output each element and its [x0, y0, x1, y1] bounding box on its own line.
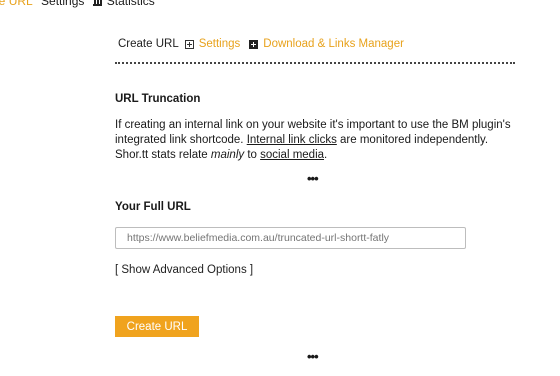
description-emphasis: mainly — [210, 149, 245, 161]
full-url-heading: Your Full URL — [115, 201, 191, 213]
plus-square-filled-icon — [249, 39, 259, 49]
tab-bar: Create URL Settings Download & Links Man… — [118, 38, 404, 50]
show-advanced-options-link[interactable]: [ Show Advanced Options ] — [115, 264, 253, 276]
tab-create-url[interactable]: Create URL — [118, 38, 179, 50]
top-nav-create-url[interactable]: eate URL — [0, 0, 33, 8]
truncation-description: If creating an internal link on your web… — [115, 118, 515, 163]
tab-download-links-manager[interactable]: Download & Links Manager — [263, 38, 404, 50]
description-text-4: . — [324, 149, 328, 161]
top-nav-statistics[interactable]: Statistics — [107, 0, 155, 8]
url-truncation-heading: URL Truncation — [115, 93, 201, 105]
full-url-input[interactable] — [115, 227, 466, 249]
top-nav: eate URL Settings Statistics — [0, 0, 160, 8]
create-url-button[interactable]: Create URL — [115, 316, 199, 337]
internal-link-clicks-link[interactable]: Internal link clicks — [247, 134, 337, 146]
bar-chart-icon — [92, 0, 102, 6]
top-nav-settings[interactable]: Settings — [41, 0, 84, 8]
dotted-divider — [115, 62, 515, 64]
separator-dots-bottom: ••• — [307, 349, 319, 364]
social-media-link[interactable]: social media — [260, 149, 324, 161]
tab-settings[interactable]: Settings — [199, 38, 241, 50]
description-text-3: to — [244, 149, 261, 161]
separator-dots: ••• — [307, 171, 319, 186]
plus-square-icon — [184, 39, 194, 49]
